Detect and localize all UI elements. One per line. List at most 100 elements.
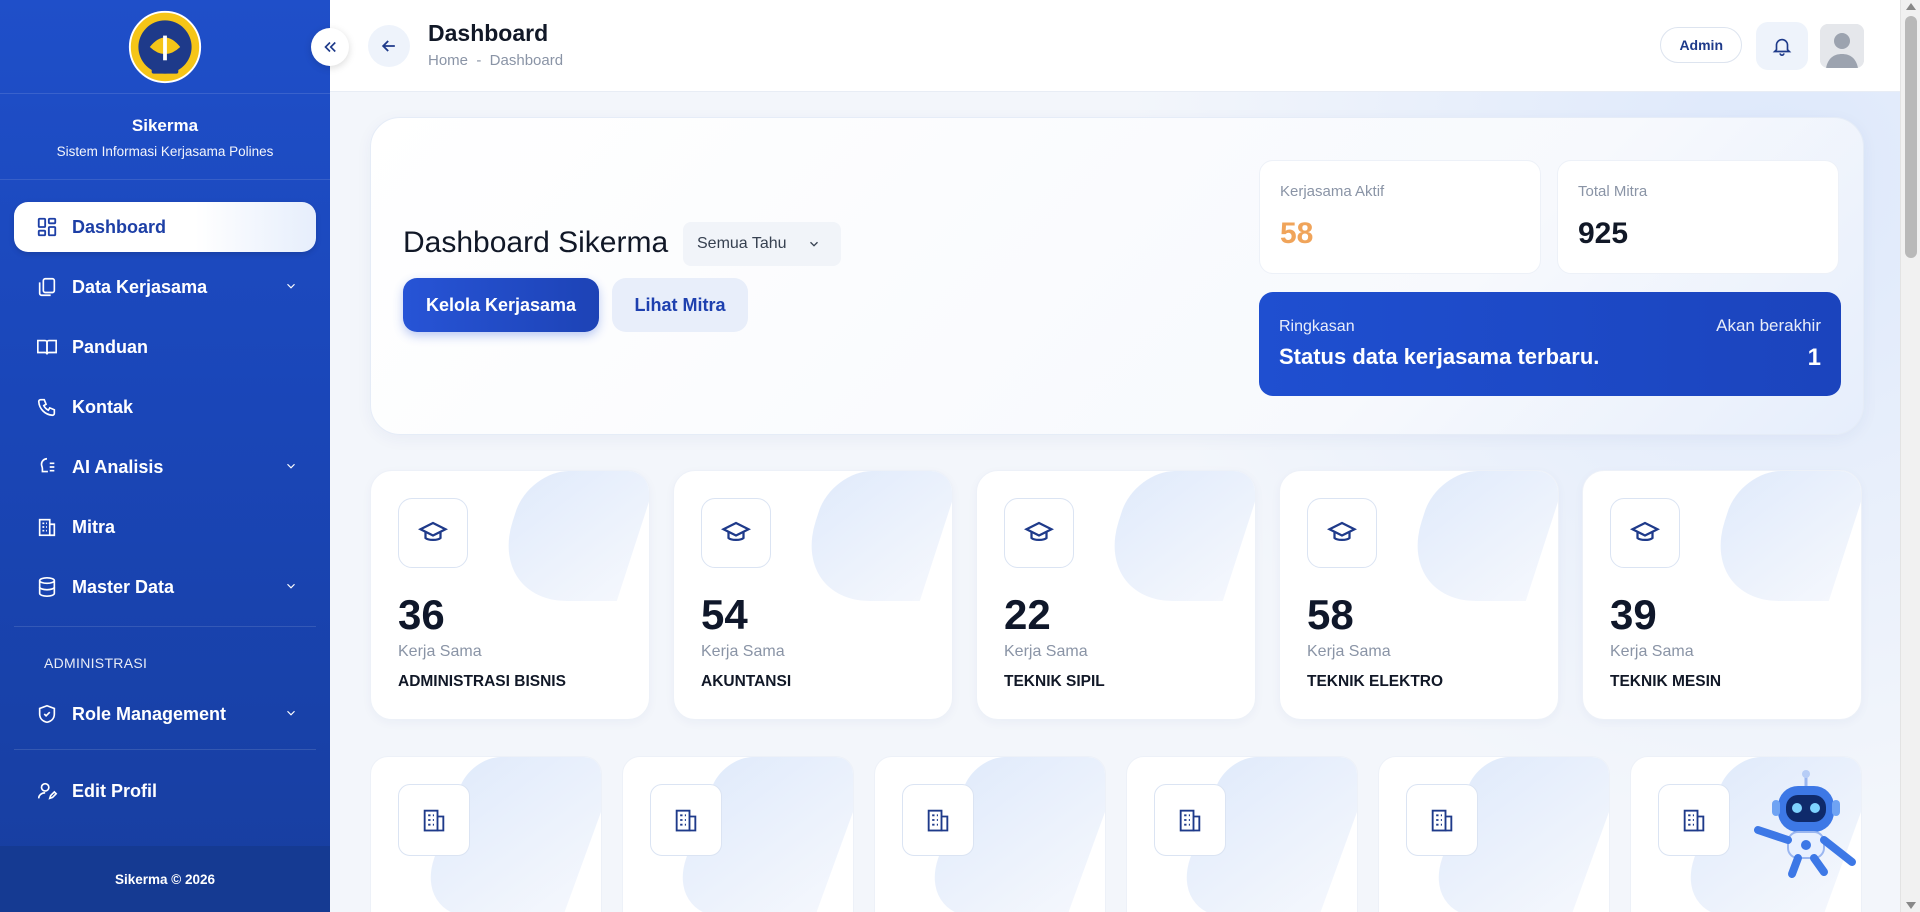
notification-button[interactable] <box>1756 22 1808 70</box>
year-select-value: Semua Tahu <box>697 235 787 252</box>
graduation-cap-icon <box>398 498 468 568</box>
graduation-cap-icon <box>701 498 771 568</box>
stat-card-total-mitra: Total Mitra 925 <box>1557 160 1839 274</box>
department-count: 58 <box>1307 591 1354 638</box>
sidebar-item-edit-profil[interactable]: Edit Profil <box>14 766 316 816</box>
department-card[interactable]: 58 Kerja Sama TEKNIK ELEKTRO <box>1279 470 1559 720</box>
double-chevron-left-icon <box>324 41 336 53</box>
section-label-administrasi: ADMINISTRASI <box>44 655 148 671</box>
department-count: 22 <box>1004 591 1051 638</box>
avatar[interactable] <box>1820 24 1864 68</box>
department-unit: Kerja Sama <box>1004 643 1088 660</box>
phone-icon <box>36 396 58 418</box>
scroll-up-arrow-icon[interactable] <box>1906 3 1916 10</box>
sidebar-item-kontak[interactable]: Kontak <box>14 382 316 432</box>
sidebar-item-label: Mitra <box>72 516 116 537</box>
graduation-cap-icon <box>1004 498 1074 568</box>
stat-label: Kerjasama Aktif <box>1280 183 1385 200</box>
department-name: TEKNIK MESIN <box>1610 673 1722 690</box>
building-icon <box>650 784 722 856</box>
user-avatar-icon <box>1820 24 1864 68</box>
department-unit: Kerja Sama <box>398 643 482 660</box>
sidebar-item-label: Edit Profil <box>72 780 157 801</box>
vertical-scrollbar[interactable] <box>1900 0 1920 912</box>
department-unit: Kerja Sama <box>1610 643 1694 660</box>
sidebar: Sikerma Sistem Informasi Kerjasama Polin… <box>0 0 330 912</box>
app-name: Sikerma <box>131 116 199 135</box>
department-card[interactable]: 39 Kerja Sama TEKNIK MESIN <box>1582 470 1862 720</box>
sidebar-item-ai-analisis[interactable]: AI Analisis <box>14 442 316 492</box>
sidebar-item-data-kerjasama[interactable]: Data Kerjasama <box>14 262 316 312</box>
page-title: Dashboard <box>428 20 549 46</box>
chevron-down-icon <box>287 463 295 469</box>
graduation-cap-icon <box>1610 498 1680 568</box>
app-subtitle: Sistem Informasi Kerjasama Polines <box>0 144 330 180</box>
department-unit: Kerja Sama <box>701 643 785 660</box>
kelola-kerjasama-button[interactable]: Kelola Kerjasama <box>403 278 599 332</box>
sidebar-item-panduan[interactable]: Panduan <box>14 322 316 372</box>
chevron-down-icon <box>287 583 295 589</box>
breadcrumb: Home - Dashboard <box>428 52 564 69</box>
mitra-card[interactable] <box>370 756 602 912</box>
sidebar-item-dashboard[interactable]: Dashboard <box>14 202 316 252</box>
department-card[interactable]: 54 Kerja Sama AKUNTANSI <box>673 470 953 720</box>
mitra-card[interactable] <box>874 756 1106 912</box>
logo-area <box>0 0 330 94</box>
expiring-value: 1 <box>1807 344 1821 371</box>
hero-card: Dashboard Sikerma Semua Tahu Kelola Kerj… <box>370 117 1864 435</box>
building-icon <box>1154 784 1226 856</box>
chevron-down-icon <box>287 710 295 716</box>
scrollbar-thumb[interactable] <box>1905 16 1917 258</box>
polines-logo <box>128 10 202 83</box>
ai-assistant-robot-button[interactable] <box>1740 768 1872 880</box>
stat-label: Total Mitra <box>1578 183 1648 200</box>
role-badge[interactable]: Admin <box>1660 27 1742 63</box>
building-icon <box>1406 784 1478 856</box>
sidebar-item-label: Data Kerjasama <box>72 276 208 297</box>
ai-icon <box>36 456 58 478</box>
card-decoration <box>1395 471 1558 601</box>
database-icon <box>36 576 58 598</box>
mitra-card[interactable] <box>1378 756 1610 912</box>
documents-icon <box>36 276 58 298</box>
collapse-sidebar-button[interactable] <box>311 28 349 66</box>
building-icon <box>36 516 58 538</box>
stat-value: 58 <box>1280 217 1314 250</box>
sidebar-item-master-data[interactable]: Master Data <box>14 562 316 612</box>
bell-icon <box>1772 38 1792 56</box>
department-name: AKUNTANSI <box>701 673 792 690</box>
card-decoration <box>1092 471 1255 601</box>
card-decoration <box>486 471 649 601</box>
department-count: 54 <box>701 591 748 638</box>
department-count: 39 <box>1610 591 1657 638</box>
expiring-label: Akan berakhir <box>1716 316 1821 335</box>
user-edit-icon <box>36 780 58 802</box>
stat-card-kerjasama-aktif: Kerjasama Aktif 58 <box>1259 160 1541 274</box>
sidebar-footer: Sikerma © 2026 <box>0 846 330 912</box>
mitra-card[interactable] <box>1126 756 1358 912</box>
department-name: ADMINISTRASI BISNIS <box>398 673 566 690</box>
book-icon <box>36 336 58 358</box>
sidebar-item-mitra[interactable]: Mitra <box>14 502 316 552</box>
mitra-card[interactable] <box>622 756 854 912</box>
lihat-mitra-button[interactable]: Lihat Mitra <box>612 278 748 332</box>
building-icon <box>902 784 974 856</box>
building-icon <box>398 784 470 856</box>
scroll-down-arrow-icon[interactable] <box>1906 902 1916 909</box>
department-card[interactable]: 22 Kerja Sama TEKNIK SIPIL <box>976 470 1256 720</box>
chevron-down-icon <box>810 241 818 247</box>
back-button[interactable] <box>368 25 410 67</box>
sidebar-nav: Dashboard Data Kerjasama Panduan Kontak <box>0 180 330 816</box>
robot-icon <box>1754 770 1856 878</box>
department-count: 36 <box>398 591 445 638</box>
sidebar-item-label: Dashboard <box>72 216 167 237</box>
sidebar-item-label: Panduan <box>72 336 149 357</box>
sidebar-item-role-management[interactable]: Role Management <box>14 689 316 739</box>
top-header: Dashboard Home - Dashboard Admin <box>330 0 1920 92</box>
year-select[interactable]: Semua Tahu <box>683 222 841 266</box>
summary-label: Ringkasan <box>1279 318 1355 335</box>
building-icon <box>1658 784 1730 856</box>
card-decoration <box>789 471 952 601</box>
department-name: TEKNIK SIPIL <box>1004 673 1105 690</box>
department-card[interactable]: 36 Kerja Sama ADMINISTRASI BISNIS <box>370 470 650 720</box>
